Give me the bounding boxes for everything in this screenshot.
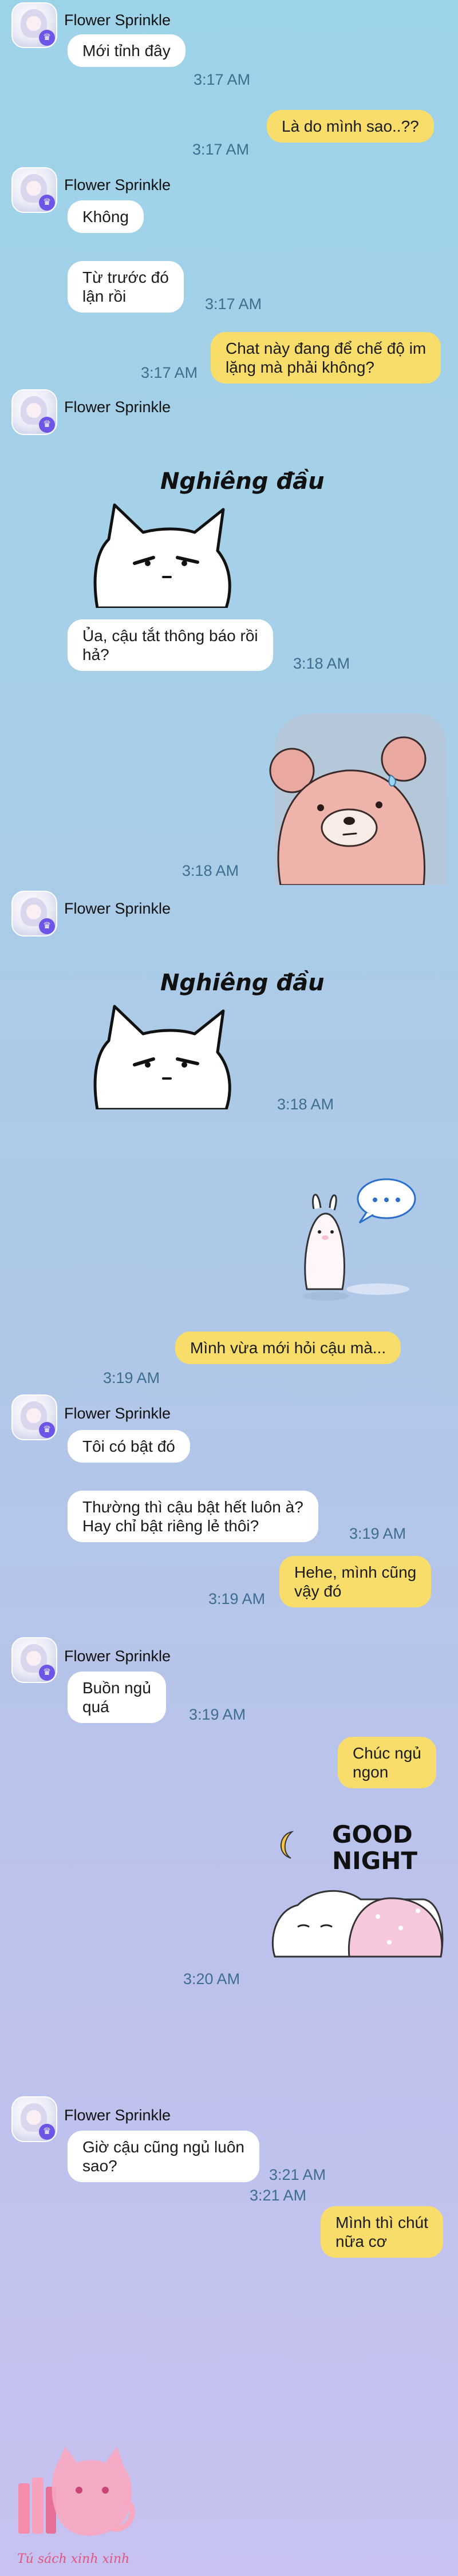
my-message-bubble[interactable]: Chat này đang để chế độ im lặng mà phải … <box>211 332 441 384</box>
my-message-bubble[interactable]: Chúc ngủ ngon <box>338 1737 436 1788</box>
sticker-caption: Nghiêng đầu <box>160 468 325 495</box>
crown-badge-icon: ♛ <box>39 2124 55 2140</box>
contact-name: Flower Sprinkle <box>64 900 171 917</box>
avatar-face <box>26 403 41 418</box>
message-time: 3:17 AM <box>194 71 251 88</box>
message-time: 3:21 AM <box>250 2187 307 2204</box>
message-time: 3:21 AM <box>269 2166 326 2183</box>
message-bubble[interactable]: Thường thì cậu bật hết luôn à? Hay chỉ b… <box>68 1491 318 1542</box>
contact-name: Flower Sprinkle <box>64 1405 171 1422</box>
crown-badge-icon: ♛ <box>39 1665 55 1681</box>
contact-name: Flower Sprinkle <box>64 11 171 29</box>
message-bubble[interactable]: Ủa, cậu tắt thông báo rồi hả? <box>68 619 273 671</box>
contact-name: Flower Sprinkle <box>64 176 171 193</box>
white-cat-sticker[interactable] <box>86 995 240 1109</box>
contact-name: Flower Sprinkle <box>64 398 171 416</box>
avatar-face <box>26 181 41 196</box>
good-night-bunny-sticker[interactable] <box>263 1825 447 1962</box>
message-time: 3:18 AM <box>277 1096 334 1113</box>
avatar-face <box>26 1651 41 1666</box>
contact-avatar[interactable]: ♛ <box>11 2096 57 2142</box>
contact-avatar[interactable]: ♛ <box>11 1637 57 1683</box>
avatar-face <box>26 904 41 919</box>
bunny-thinking-sticker[interactable] <box>286 1175 424 1306</box>
message-bubble[interactable]: Không <box>68 200 144 233</box>
message-time: 3:20 AM <box>183 1970 240 1988</box>
contact-name: Flower Sprinkle <box>64 2107 171 2124</box>
avatar-face <box>26 1408 41 1423</box>
crown-badge-icon: ♛ <box>39 195 55 211</box>
message-time: 3:18 AM <box>293 655 350 672</box>
contact-name: Flower Sprinkle <box>64 1647 171 1665</box>
watermark-text: Tú sách xinh xinh <box>17 2552 130 2566</box>
avatar-face <box>26 2110 41 2125</box>
message-time: 3:19 AM <box>208 1590 266 1607</box>
my-message-bubble[interactable]: Hehe, mình cũng vậy đó <box>279 1556 432 1607</box>
contact-avatar[interactable]: ♛ <box>11 2 57 48</box>
message-time: 3:18 AM <box>182 862 239 879</box>
sweating-bear-sticker[interactable] <box>258 713 447 885</box>
my-message-bubble[interactable]: Là do mình sao..?? <box>267 110 434 143</box>
avatar-face <box>26 16 41 31</box>
contact-avatar[interactable]: ♛ <box>11 891 57 937</box>
crown-badge-icon: ♛ <box>39 30 55 46</box>
message-time: 3:19 AM <box>103 1369 160 1386</box>
message-time: 3:19 AM <box>189 1706 246 1723</box>
message-bubble[interactable]: Giờ cậu cũng ngủ luôn sao? <box>68 2131 259 2182</box>
message-time: 3:17 AM <box>141 364 198 381</box>
pink-cat-logo-icon <box>18 2447 136 2536</box>
my-message-bubble[interactable]: Mình thì chút nữa cơ <box>321 2206 443 2258</box>
contact-avatar[interactable]: ♛ <box>11 389 57 435</box>
message-time: 3:17 AM <box>205 295 262 313</box>
crown-badge-icon: ♛ <box>39 918 55 934</box>
crown-badge-icon: ♛ <box>39 1422 55 1438</box>
sticker-caption: Nghiêng đầu <box>160 970 325 996</box>
my-message-bubble[interactable]: Mình vừa mới hỏi cậu mà... <box>175 1332 401 1364</box>
message-bubble[interactable]: Mới tỉnh đây <box>68 34 185 67</box>
white-cat-sticker[interactable] <box>86 493 240 608</box>
contact-avatar[interactable]: ♛ <box>11 1394 57 1440</box>
crown-badge-icon: ♛ <box>39 417 55 433</box>
message-bubble[interactable]: Từ trước đó lận rồi <box>68 261 184 313</box>
message-time: 3:19 AM <box>349 1525 406 1542</box>
message-time: 3:17 AM <box>192 141 250 158</box>
message-bubble[interactable]: Buồn ngủ quá <box>68 1672 166 1723</box>
contact-avatar[interactable]: ♛ <box>11 167 57 213</box>
message-bubble[interactable]: Tôi có bật đó <box>68 1430 190 1463</box>
